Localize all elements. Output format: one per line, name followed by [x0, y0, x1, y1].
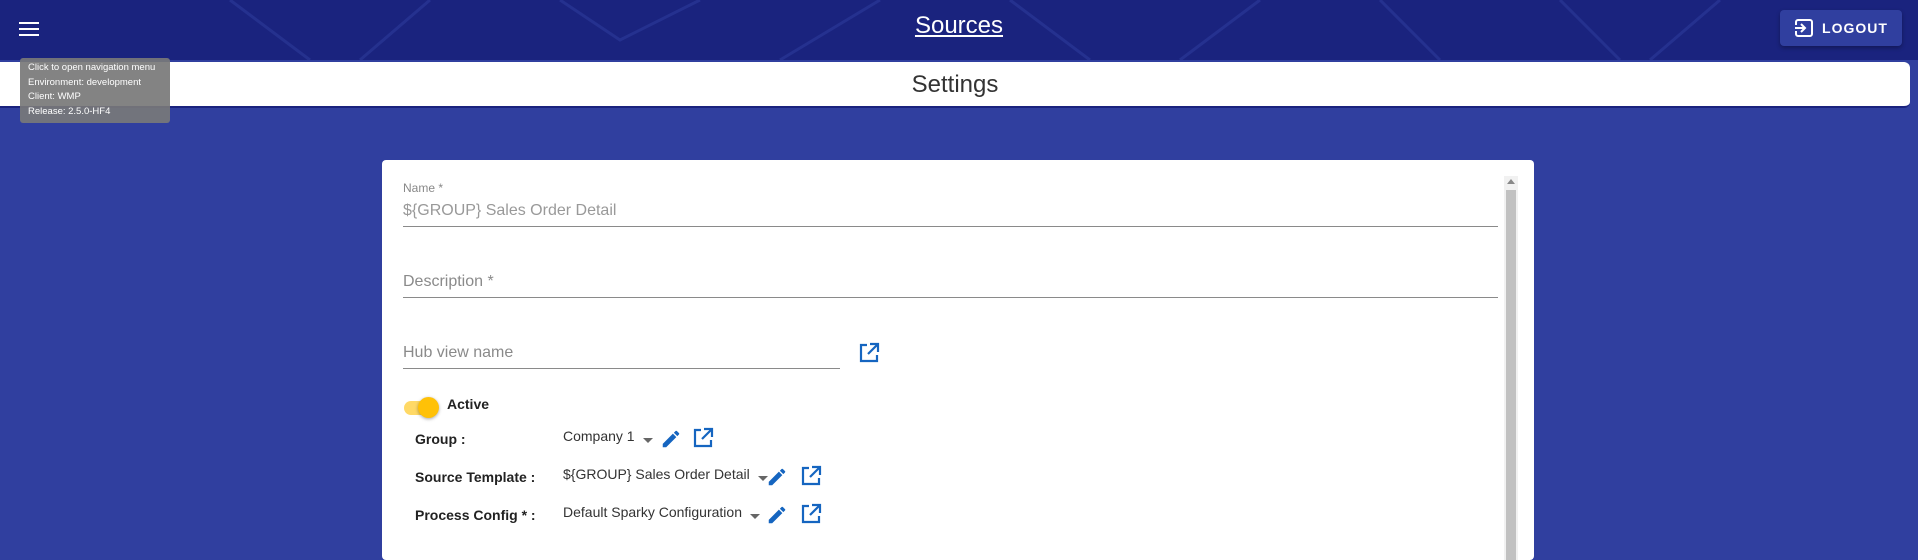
process-config-label: Process Config * :	[415, 507, 536, 523]
logout-label: LOGOUT	[1822, 20, 1888, 36]
chevron-down-icon	[642, 437, 653, 443]
tooltip-line: Environment: development	[28, 76, 142, 88]
source-template-value: ${GROUP} Sales Order Detail	[563, 466, 750, 482]
logout-button[interactable]: LOGOUT	[1780, 10, 1902, 46]
scrollbar-thumb[interactable]	[1506, 190, 1516, 560]
hub-view-underline	[403, 368, 840, 369]
open-in-new-icon[interactable]	[800, 465, 822, 487]
group-select[interactable]: Company 1	[563, 428, 653, 444]
active-label: Active	[447, 396, 490, 412]
pencil-icon[interactable]	[766, 466, 788, 488]
source-template-label: Source Template :	[415, 469, 536, 485]
tooltip-line: Client: WMP	[28, 91, 81, 102]
app-bar: Sources LOGOUT	[0, 0, 1918, 60]
app-title[interactable]: Sources	[915, 12, 1003, 39]
name-label: Name *	[403, 181, 444, 195]
pencil-icon[interactable]	[766, 504, 788, 526]
navigation-tooltip: Click to open navigation menu Environmen…	[20, 58, 170, 123]
description-underline	[403, 297, 1498, 298]
scrollbar[interactable]	[1504, 176, 1518, 560]
name-underline	[403, 226, 1498, 227]
page-title: Settings	[911, 71, 999, 98]
pencil-icon[interactable]	[660, 428, 682, 450]
process-config-value: Default Sparky Configuration	[563, 504, 742, 520]
source-template-select[interactable]: ${GROUP} Sales Order Detail	[563, 466, 768, 482]
hub-view-name-field[interactable]: Hub view name	[403, 344, 513, 362]
group-label: Group :	[415, 431, 466, 447]
open-in-new-icon[interactable]	[858, 342, 880, 364]
chevron-down-icon	[750, 513, 760, 519]
open-in-new-icon[interactable]	[692, 427, 714, 449]
open-in-new-icon[interactable]	[800, 503, 822, 525]
process-config-select[interactable]: Default Sparky Configuration	[563, 504, 760, 520]
group-value: Company 1	[563, 428, 635, 444]
logout-icon	[1794, 19, 1814, 37]
name-field[interactable]: ${GROUP} Sales Order Detail	[403, 202, 616, 220]
settings-header: Settings	[0, 62, 1910, 108]
toggle-knob	[418, 397, 439, 418]
active-toggle[interactable]	[402, 396, 440, 418]
settings-card: Name * ${GROUP} Sales Order Detail Descr…	[382, 160, 1534, 560]
description-field[interactable]: Description *	[403, 273, 494, 291]
scroll-up-arrow[interactable]	[1507, 179, 1515, 184]
tooltip-line: Click to open navigation menu	[28, 62, 156, 73]
tooltip-line: Release: 2.5.0-HF4	[28, 105, 111, 117]
